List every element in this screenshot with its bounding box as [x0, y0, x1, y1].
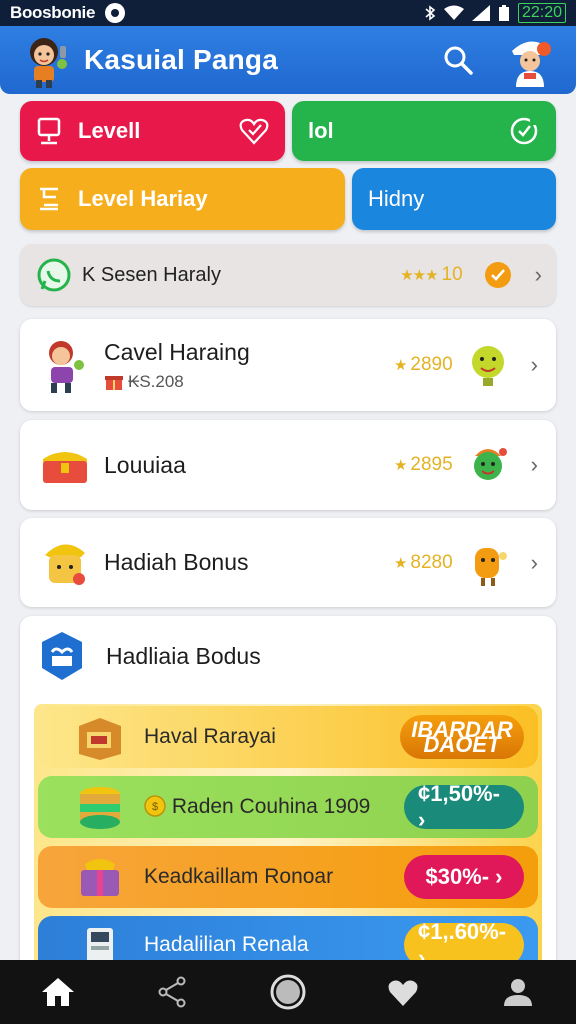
promo-score: 10: [441, 264, 463, 285]
home-icon[interactable]: [36, 970, 80, 1014]
chevron-right-icon: ›: [530, 352, 538, 377]
mascot-logo-icon: [30, 38, 67, 88]
offer-row[interactable]: Keadkaillam Ronoar $30%- ›: [38, 846, 538, 908]
search-icon[interactable]: [440, 42, 476, 78]
list-item-score: 2895: [410, 454, 453, 475]
svg-text:$: $: [152, 801, 158, 813]
whatsapp-icon: [37, 258, 71, 292]
list-item-body: Louuiaa: [104, 452, 186, 479]
chest-icon: [38, 438, 92, 492]
list-item-stars: ★: [393, 357, 407, 374]
hat-character-icon: [38, 536, 92, 590]
clock: 22:20: [517, 3, 566, 23]
level-hariay-label: Level Hariay: [78, 186, 208, 211]
header-actions: [440, 33, 558, 87]
offer-label: Hadalilian Renala: [144, 933, 309, 956]
orange-mascot-icon: [474, 547, 507, 586]
notification-icon: [105, 3, 126, 23]
lime-mascot-icon: [471, 346, 504, 386]
heart-check-icon: [239, 117, 269, 145]
promo-row[interactable]: K Sesen Haraly ★★★ 10 ›: [20, 244, 556, 306]
list-item-meta: ★ 8280 ›: [394, 540, 538, 586]
list-item-body: Cavel Haraing ₭S.208: [104, 339, 250, 392]
circle-home-icon[interactable]: [266, 970, 310, 1014]
gift-box-icon: [72, 853, 128, 901]
trophy-icon: [36, 117, 62, 145]
favorite-icon[interactable]: [381, 970, 425, 1014]
list-item-stars: ★: [393, 457, 407, 474]
list-item-meta: ★ 2895 ›: [394, 442, 538, 488]
list-item-title: Louuiaa: [104, 451, 186, 478]
offer-label-text: Raden Couhina 1909: [171, 795, 371, 818]
list-item[interactable]: Louuiaa ★ 2895 ›: [20, 420, 556, 510]
bluetooth-icon: [425, 5, 436, 21]
bonus-badge-icon: [42, 632, 82, 680]
list-item-meta: ★ 2890 ›: [394, 342, 538, 388]
offer-label: Keadkaillam Ronoar: [144, 865, 334, 888]
bonus-title: Hadliaia Bodus: [106, 642, 261, 669]
profile-icon[interactable]: [496, 970, 540, 1014]
character-icon: [38, 338, 92, 393]
status-bar: Boosbonie 22:20: [0, 0, 576, 26]
hidny-label: Hidny: [368, 186, 425, 211]
offer-label: Haval Rarayai: [144, 725, 276, 748]
gift-icon: [105, 375, 123, 390]
promo-label: K Sesen Haraly: [82, 263, 221, 286]
bottom-nav: [0, 960, 576, 1024]
bonus-header: Hadliaia Bodus: [36, 630, 261, 682]
app-title: Kasuial Panga: [84, 44, 279, 75]
drum-icon: [72, 783, 128, 831]
bonus-panel: Hadliaia Bodus Haval Rarayai IBARDAR DAO…: [20, 616, 556, 976]
list-item-sub: ₭S.208: [104, 372, 250, 392]
offer-row[interactable]: $ Raden Couhina 1909 ¢1,50%- ›: [38, 776, 538, 838]
lol-button[interactable]: lol: [292, 101, 556, 161]
list-item-score: 2890: [410, 354, 453, 375]
refresh-check-icon: [508, 115, 540, 147]
chevron-right-icon: ›: [534, 262, 542, 287]
offer-badge[interactable]: IBARDAR DAOET: [400, 715, 524, 759]
badge-icon: [484, 262, 511, 288]
offer-label: $ Raden Couhina 1909: [144, 795, 370, 819]
app-header: Kasuial Panga: [0, 26, 576, 94]
list-item-score: 8280: [410, 551, 453, 573]
list-item-title: Hadiah Bonus: [104, 549, 249, 575]
green-mascot-icon: [473, 448, 507, 480]
chevron-right-icon: ›: [530, 549, 538, 575]
lol-label: lol: [308, 118, 334, 143]
list-item-sub-text: ₭S.208: [128, 371, 184, 391]
crate-icon: [72, 713, 128, 761]
offer-row[interactable]: Haval Rarayai IBARDAR DAOET: [38, 706, 538, 768]
signal-icon: [471, 5, 490, 21]
profile-avatar[interactable]: [504, 33, 558, 87]
list-item-stars: ★: [393, 554, 407, 572]
list-item-title: Cavel Haraing: [104, 338, 250, 365]
level-button[interactable]: Levell: [20, 101, 285, 161]
carrier-label: Boosbonie: [10, 3, 96, 22]
chevron-right-icon: ›: [530, 452, 538, 477]
share-icon[interactable]: [151, 970, 195, 1014]
level-hariay-button[interactable]: Level Hariay: [20, 168, 345, 230]
offer-badge[interactable]: ¢1,50%- ›: [404, 781, 524, 832]
hidny-button[interactable]: Hidny: [352, 168, 556, 230]
status-icons: 22:20: [424, 3, 566, 23]
wifi-icon: [443, 5, 464, 20]
list-item[interactable]: Cavel Haraing ₭S.208 ★ 2890 ›: [20, 319, 556, 411]
app-logo[interactable]: [18, 32, 74, 88]
battery-icon: [498, 5, 509, 21]
offer-badge[interactable]: $30%- ›: [404, 855, 524, 899]
list-item-body: Hadiah Bonus: [104, 549, 249, 576]
calendar-icon: [36, 185, 62, 213]
list-item[interactable]: Hadiah Bonus ★ 8280 ›: [20, 518, 556, 607]
level-label: Levell: [78, 118, 141, 143]
promo-stars: ★★★: [400, 267, 438, 284]
coin-icon: $: [144, 795, 166, 817]
